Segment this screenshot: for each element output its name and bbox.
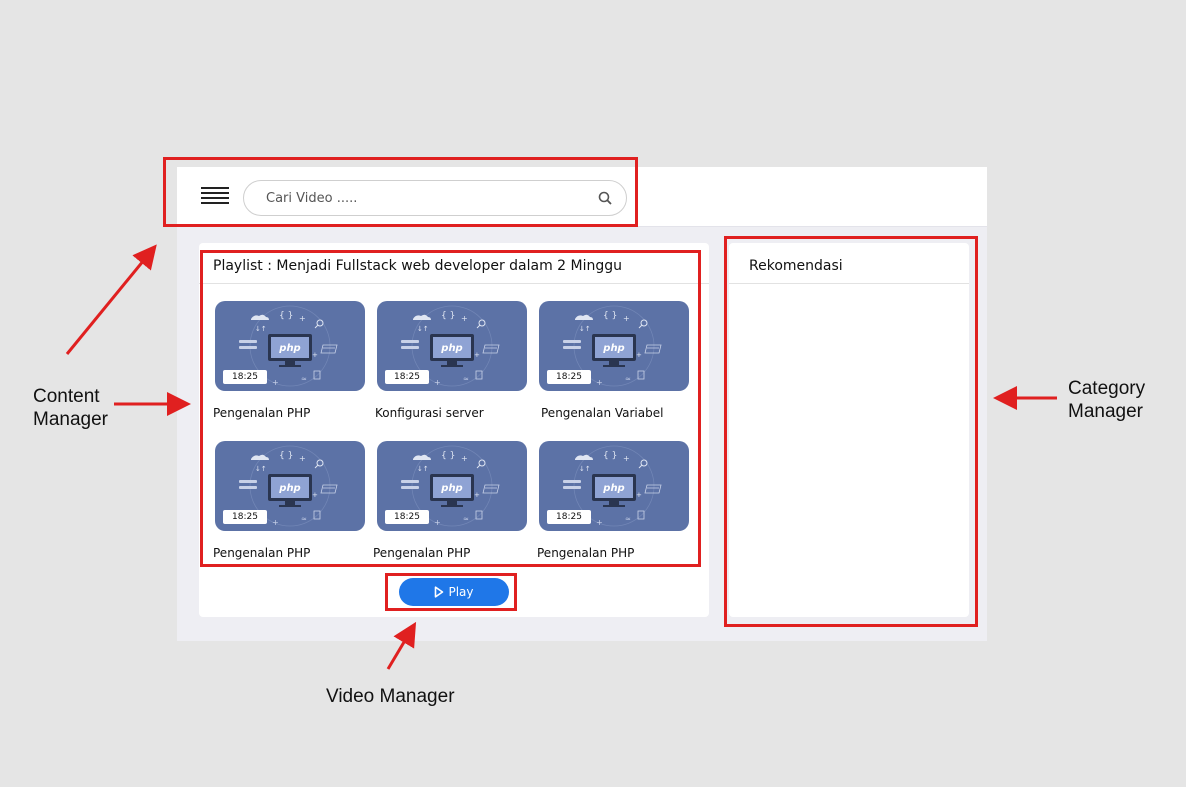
arrow-content-manager-top [65, 244, 157, 355]
arrow-video-manager [386, 621, 417, 670]
label-category-manager: Category Manager [1068, 378, 1146, 422]
label-content-manager: Content Manager [33, 386, 108, 430]
label-video-manager: Video Manager [326, 686, 455, 707]
annotation-arrows [65, 244, 1057, 670]
